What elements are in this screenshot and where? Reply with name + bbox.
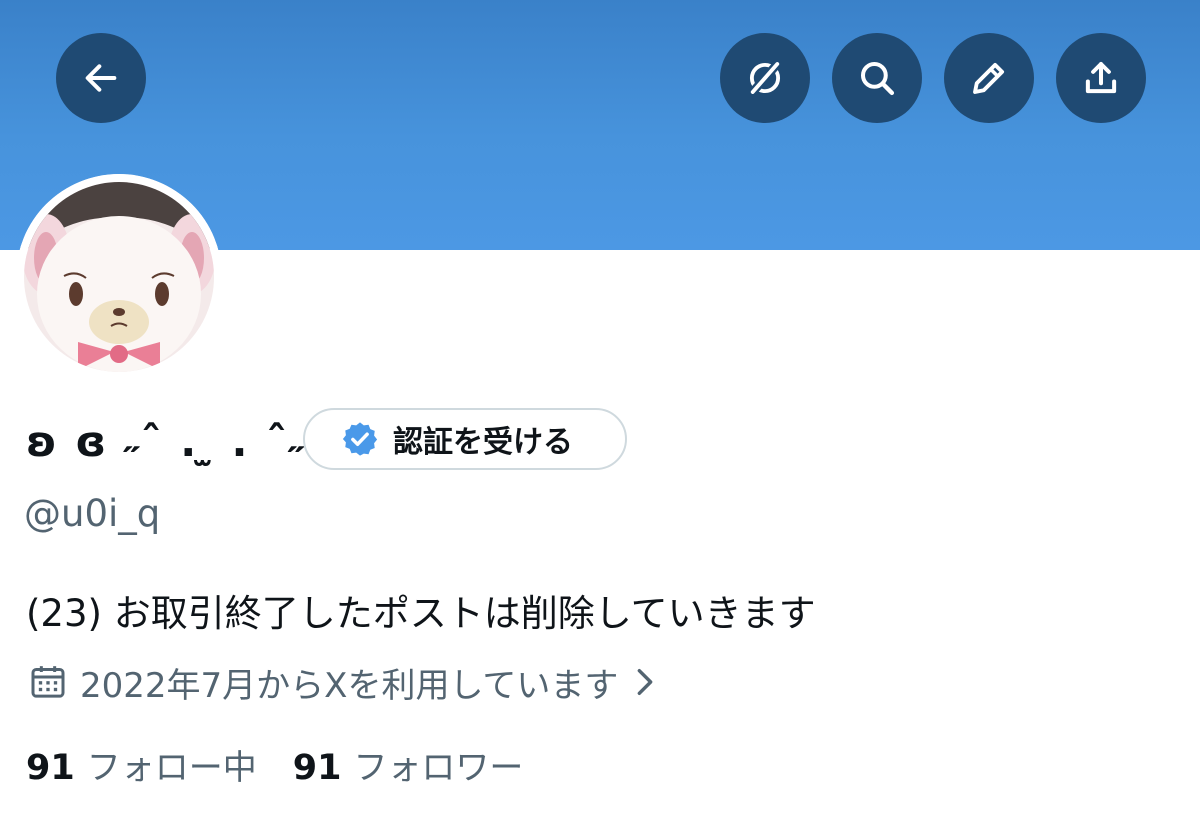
slashed-globe-icon [749,61,781,95]
pencil-icon [973,62,1005,94]
joined-date-text: 2022年7月からXを利用しています [80,665,619,706]
share-button[interactable] [1056,33,1146,123]
joined-date-row[interactable]: 2022年7月からXを利用しています [28,660,660,706]
edit-button[interactable] [944,33,1034,123]
followers-count: 91 [292,747,342,788]
arrow-left-icon [85,64,117,92]
profile-handle: @u0i_q [24,492,161,535]
bear-avatar [16,174,222,380]
calendar-icon [31,666,65,698]
translate-button[interactable] [720,33,810,123]
back-button[interactable] [56,33,146,123]
following-label: フォロー中 [86,747,257,788]
get-verified-button[interactable]: 認証を受ける [303,408,627,470]
chevron-right-icon [638,668,653,696]
profile-avatar[interactable] [16,174,222,380]
search-icon [860,61,895,96]
followers-label: フォロワー [353,747,524,788]
search-button[interactable] [832,33,922,123]
verified-badge-icon [342,422,378,456]
following-count: 91 [26,747,75,788]
profile-bio: (23) お取引終了したポストは削除していきます [26,592,816,635]
get-verified-label: 認証を受ける [393,425,573,460]
follow-stats: 91 フォロー中 91 フォロワー [26,740,559,788]
profile-page: ʚ ɞ ˶ˆ . ̫ . ˆ˶ ʚ ɞ 認証を受ける @u0i_q (23) お… [0,0,1200,839]
followers-link[interactable]: 91 フォロワー [293,740,524,789]
share-upload-icon [1085,61,1117,94]
following-link[interactable]: 91 フォロー中 [26,740,257,789]
